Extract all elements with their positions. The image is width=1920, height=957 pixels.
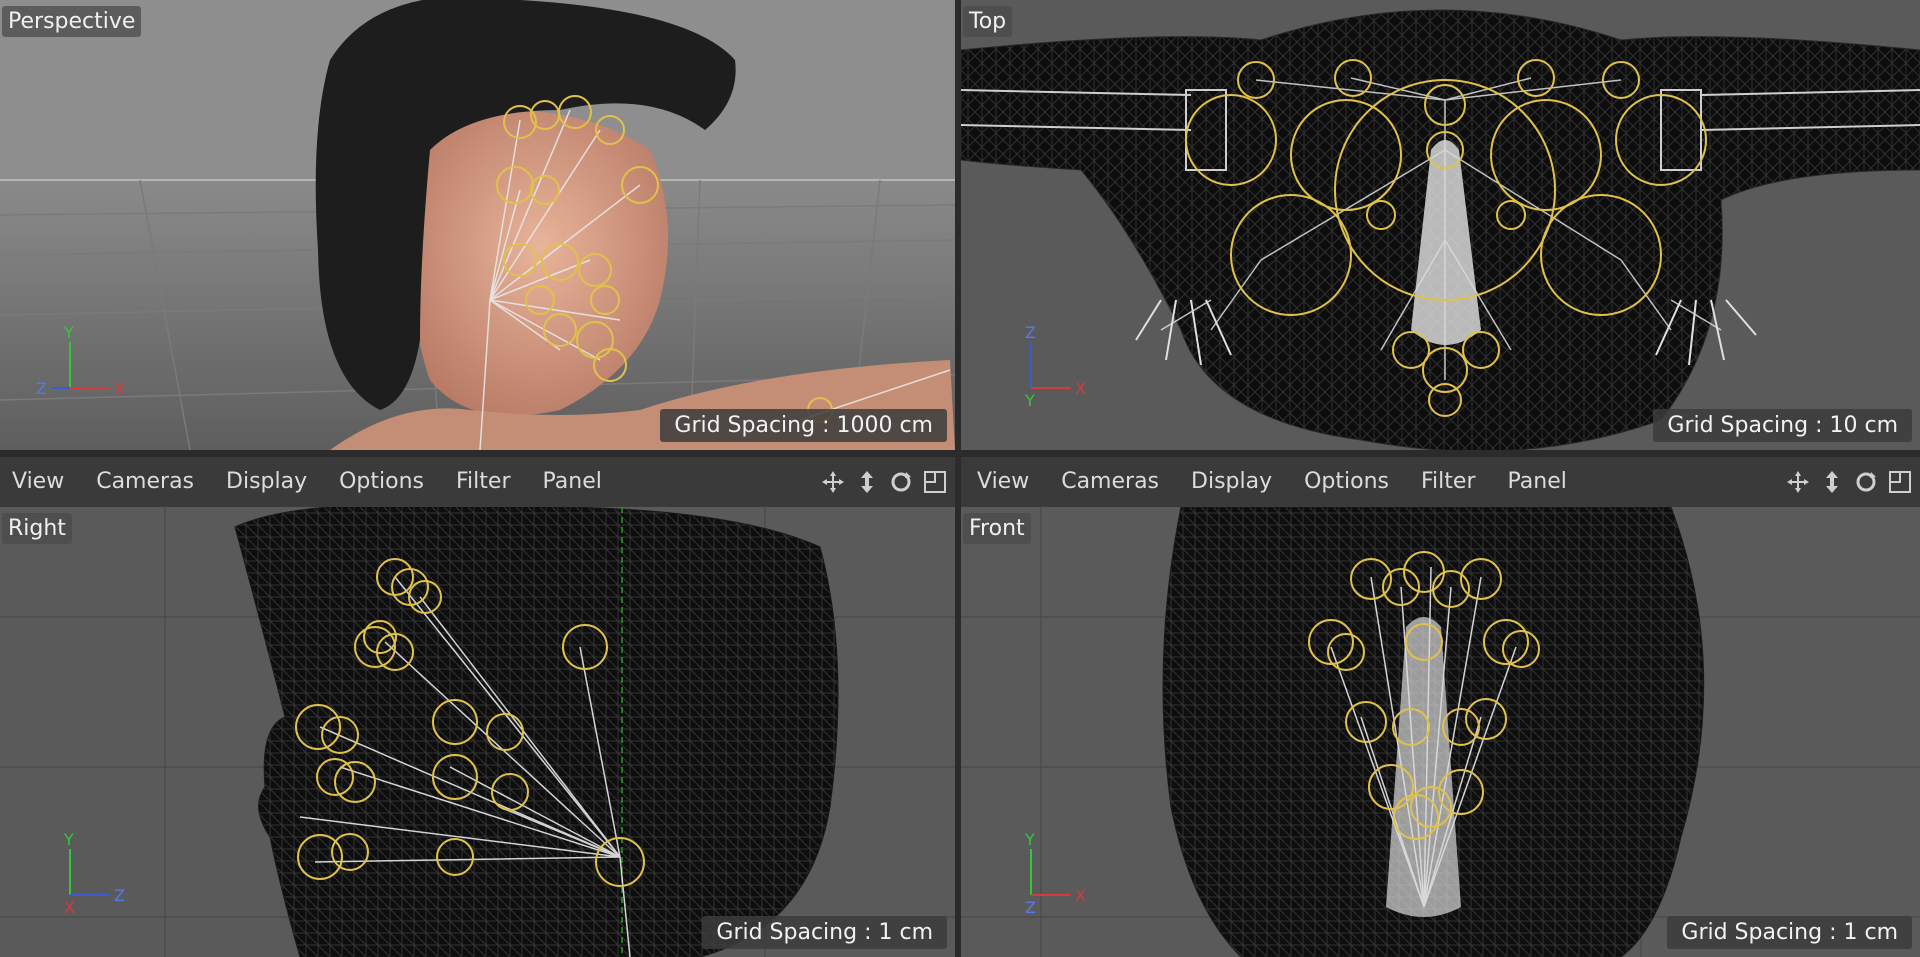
menu-filter[interactable]: Filter (440, 457, 526, 507)
menu-cameras[interactable]: Cameras (80, 457, 210, 507)
axis-y-label: Y (63, 830, 74, 849)
axis-z-label: Z (1025, 898, 1036, 917)
axis-y-label: Y (1024, 830, 1035, 849)
menu-view[interactable]: View (961, 457, 1045, 507)
top-scene (961, 0, 1920, 450)
grid-spacing-right: Grid Spacing : 1 cm (702, 916, 947, 949)
maximize-view-icon[interactable] (921, 468, 949, 496)
viewport-perspective[interactable]: Perspective Y Z X Grid Spacing : 1000 cm (0, 0, 955, 450)
axis-gizmo-top: Z Y X (1024, 323, 1086, 410)
axis-y-label: Y (1024, 391, 1035, 410)
menu-display[interactable]: Display (1175, 457, 1288, 507)
axis-z-label: Z (36, 379, 47, 398)
menu-cameras[interactable]: Cameras (1045, 457, 1175, 507)
rotate-view-icon[interactable] (887, 468, 915, 496)
front-scene (961, 507, 1920, 957)
menu-options[interactable]: Options (1288, 457, 1405, 507)
viewport-label-top: Top (963, 6, 1013, 37)
right-scene (0, 507, 955, 957)
grid-spacing-front: Grid Spacing : 1 cm (1667, 916, 1912, 949)
menu-options[interactable]: Options (323, 457, 440, 507)
axis-x-label: X (1075, 379, 1086, 398)
menu-display[interactable]: Display (210, 457, 323, 507)
axis-gizmo-right: Y X Z (63, 830, 125, 917)
axis-gizmo-perspective: Y Z X (36, 323, 125, 398)
axis-gizmo-front: Y Z X (1024, 830, 1086, 917)
dolly-view-icon[interactable] (1818, 468, 1846, 496)
menubar-right: View Cameras Display Options Filter Pane… (961, 456, 1920, 508)
menu-panel[interactable]: Panel (526, 457, 617, 507)
dolly-view-icon[interactable] (853, 468, 881, 496)
viewport-label-front: Front (963, 513, 1031, 544)
viewport-front[interactable]: Front Y Z X Grid Spacing : 1 cm (961, 507, 1920, 957)
viewport-right[interactable]: Right Y X Z Grid Spacing : 1 cm (0, 507, 955, 957)
view-tools-right (1784, 457, 1914, 507)
viewport-label-perspective: Perspective (2, 6, 142, 37)
menubar-left: View Cameras Display Options Filter Pane… (0, 456, 955, 508)
perspective-scene (0, 0, 955, 450)
grid-spacing-perspective: Grid Spacing : 1000 cm (660, 409, 947, 442)
viewport-label-right: Right (2, 513, 72, 544)
axis-x-label: X (114, 379, 125, 398)
viewport-divider[interactable] (955, 0, 961, 957)
axis-x-label: X (64, 898, 75, 917)
maximize-view-icon[interactable] (1886, 468, 1914, 496)
menu-filter[interactable]: Filter (1405, 457, 1491, 507)
axis-z-label: Z (1025, 323, 1036, 342)
axis-x-label: X (1075, 886, 1086, 905)
move-view-icon[interactable] (1784, 468, 1812, 496)
viewport-top[interactable]: Top Z Y X Grid Spacing : 10 cm (961, 0, 1920, 450)
axis-z-label: Z (114, 886, 125, 905)
menu-panel[interactable]: Panel (1491, 457, 1582, 507)
menu-view[interactable]: View (0, 457, 80, 507)
view-tools-left (819, 457, 949, 507)
rotate-view-icon[interactable] (1852, 468, 1880, 496)
move-view-icon[interactable] (819, 468, 847, 496)
axis-y-label: Y (63, 323, 74, 342)
grid-spacing-top: Grid Spacing : 10 cm (1653, 409, 1912, 442)
